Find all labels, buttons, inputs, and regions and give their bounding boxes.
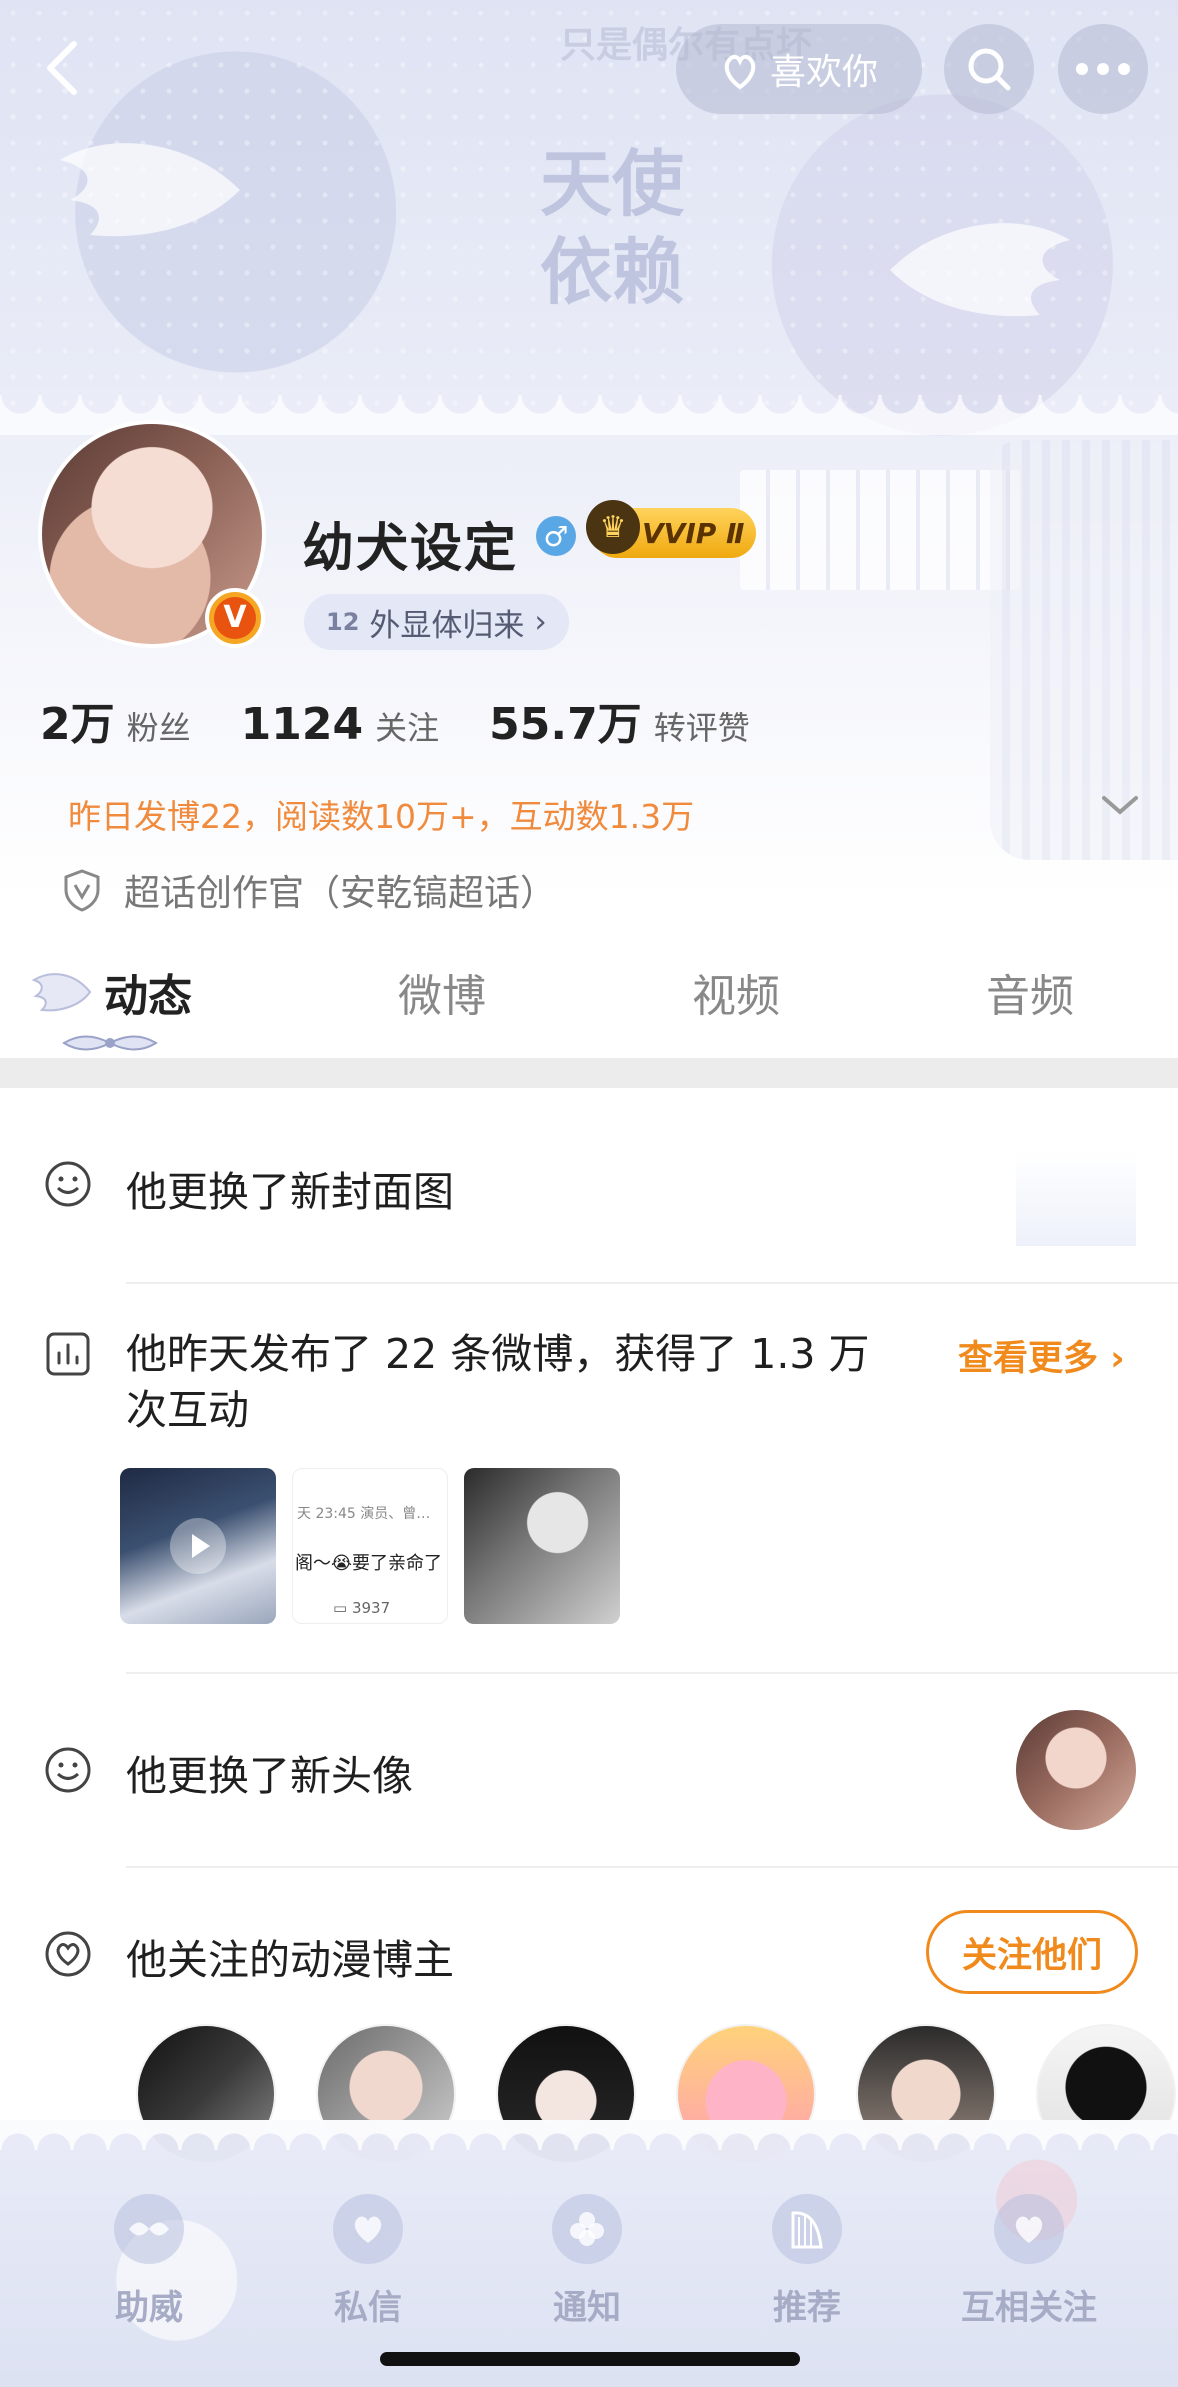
stats-row: 2万 粉丝 1124 关注 55.7万 转评赞 [40, 688, 800, 752]
wing-left-decoration [60, 143, 240, 237]
stat-value: 2万 [40, 699, 115, 750]
stat-value: 55.7万 [489, 699, 642, 750]
nav-label: 私信 [334, 2288, 402, 2328]
nav-mutual-follow[interactable]: 互相关注 [944, 2194, 1114, 2329]
tab-video[interactable]: 视频 [692, 960, 780, 1024]
comment-count: 3937 [351, 1599, 391, 1617]
yesterday-summary: 昨日发博22，阅读数10万+，互动数1.3万 [68, 797, 695, 836]
nav-label: 通知 [553, 2288, 621, 2328]
bar-chart-icon [42, 1328, 94, 1380]
post-thumbnail-photo[interactable] [464, 1468, 620, 1624]
verified-v-badge: V [205, 588, 265, 648]
tag-code: 12 [326, 608, 360, 636]
profile-tabs: 动态 微博 视频 音频 [0, 960, 1178, 1060]
chevron-right-icon: › [1110, 1339, 1125, 1379]
super-topic-row[interactable]: 超话创作官（安乾镐超话） [62, 864, 556, 916]
piano-decoration [740, 470, 1020, 590]
search-button[interactable] [944, 24, 1034, 114]
back-button[interactable] [22, 28, 102, 108]
heart-wing-icon [333, 2194, 403, 2264]
shield-v-icon [64, 869, 100, 912]
tab-weibo[interactable]: 微博 [398, 960, 486, 1024]
cover-changed-text[interactable]: 他更换了新封面图 [126, 1158, 454, 1218]
anime-bloggers-title: 他关注的动漫博主 [126, 1936, 454, 1984]
play-icon [170, 1518, 226, 1574]
section-divider [0, 1058, 1178, 1088]
wing-right-decoration [890, 223, 1070, 317]
tab-dynamic[interactable]: 动态 [104, 960, 192, 1024]
cover-heading: 天使 依赖 [540, 141, 685, 314]
hand-heart-icon [724, 54, 756, 90]
like-you-label: 喜欢你 [769, 52, 878, 93]
vvip-badge[interactable]: ♛ VVIP Ⅱ [586, 500, 756, 558]
nav-label: 互相关注 [961, 2288, 1097, 2328]
search-icon [968, 48, 1011, 91]
nav-label: 助威 [115, 2288, 183, 2328]
nav-messages[interactable]: 私信 [283, 2194, 453, 2329]
bow-tab-indicator [62, 1035, 158, 1051]
bottom-navigation: 助威 私信 通知 推荐 互相关注 [0, 2120, 1178, 2387]
stat-value: 1124 [240, 699, 364, 750]
curtain-decoration [990, 440, 1178, 860]
follow-them-button[interactable]: 关注他们 [926, 1910, 1138, 1994]
chevron-down-icon[interactable] [1098, 790, 1142, 820]
top-bar: 喜欢你 [0, 18, 1178, 118]
stat-following[interactable]: 1124 关注 [241, 699, 439, 750]
row-divider [126, 1672, 1178, 1674]
see-more-link[interactable]: 查看更多 › [958, 1330, 1125, 1381]
male-icon: ♂ [536, 516, 576, 556]
flower-icon [552, 2194, 622, 2264]
heart-circle-icon [42, 1928, 94, 1980]
more-button[interactable] [1058, 24, 1148, 114]
see-more-label: 查看更多 [958, 1339, 1099, 1379]
stat-label: 转评赞 [653, 709, 750, 747]
status-tag[interactable]: 12 外显体归来 › [304, 594, 569, 650]
more-dots-icon [1076, 63, 1130, 75]
heart-icon [994, 2194, 1064, 2264]
nav-notifications[interactable]: 通知 [502, 2194, 672, 2329]
chevron-right-icon: › [534, 604, 547, 640]
stat-likes[interactable]: 55.7万 转评赞 [489, 688, 750, 752]
home-indicator [380, 2352, 800, 2366]
new-avatar-thumbnail[interactable] [1016, 1710, 1136, 1830]
nav-recommend[interactable]: 推荐 [722, 2194, 892, 2329]
thumb-comment-count: ▭ 3937 [333, 1599, 390, 1617]
username: 幼犬设定 [302, 519, 519, 579]
harp-icon [772, 2194, 842, 2264]
super-topic-label: 超话创作官（安乾镐超话） [124, 873, 557, 914]
smile-icon [42, 1158, 94, 1210]
avatar-changed-text[interactable]: 他更换了新头像 [126, 1742, 413, 1802]
bow-icon [114, 2194, 184, 2264]
thumb-text: 阁～😭要了亲命了 [295, 1553, 443, 1574]
new-cover-thumbnail[interactable] [1016, 1150, 1136, 1246]
post-thumbnail-video[interactable] [120, 1468, 276, 1624]
crown-icon: ♛ [586, 500, 640, 554]
lace-decoration [0, 2120, 1178, 2150]
wing-tab-icon [31, 973, 92, 1012]
post-thumbnail-text[interactable]: 天 23:45 演员、曾… 阁～😭要了亲命了 ▭ 3937 [292, 1468, 448, 1624]
posted-summary-text: 他昨天发布了 22 条微博，获得了 1.3 万 次互动 [126, 1330, 870, 1434]
tag-label: 外显体归来 [369, 607, 525, 644]
row-divider [126, 1282, 1178, 1284]
chevron-left-icon [47, 41, 77, 95]
thumb-meta: 天 23:45 演员、曾… [297, 1506, 431, 1522]
stat-label: 粉丝 [126, 709, 191, 747]
smile-icon [42, 1744, 94, 1796]
vvip-label: VVIP Ⅱ [642, 516, 745, 550]
like-you-button[interactable]: 喜欢你 [676, 24, 922, 114]
row-divider [126, 1866, 1178, 1868]
stat-label: 关注 [375, 709, 440, 747]
nav-label: 推荐 [773, 2288, 841, 2328]
tab-audio[interactable]: 音频 [986, 960, 1074, 1024]
stat-fans[interactable]: 2万 粉丝 [40, 688, 191, 752]
nav-cheer[interactable]: 助威 [64, 2194, 234, 2329]
comment-icon: ▭ [333, 1599, 352, 1617]
